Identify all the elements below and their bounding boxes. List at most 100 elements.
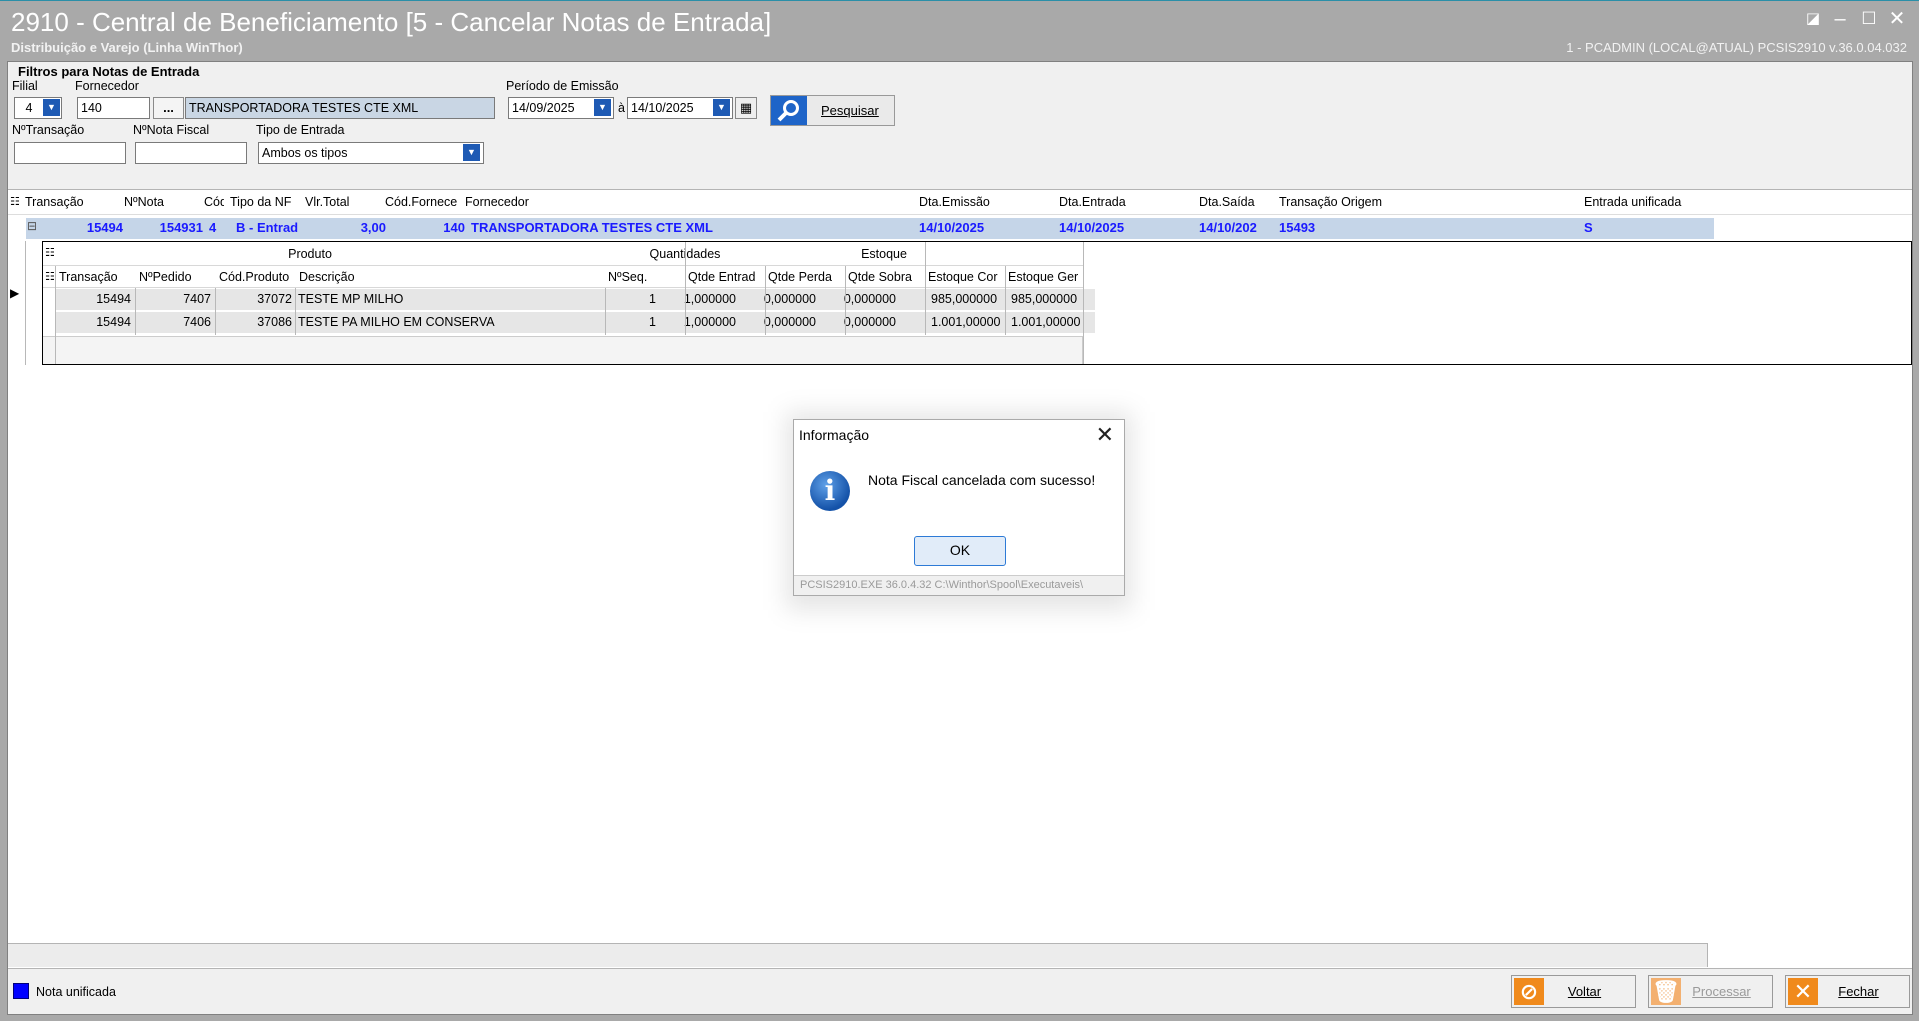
cell-dta-saida: 14/10/202 (1199, 220, 1257, 235)
band-produto: Produto (288, 247, 332, 261)
col-cod[interactable]: Cód (204, 195, 224, 209)
cell-tipo-nf: B - Entrad (236, 220, 299, 235)
nnota-input[interactable] (135, 142, 247, 164)
filial-label: Filial (12, 79, 38, 93)
row-indicator-icon: ▶ (10, 286, 20, 300)
grid-indent-line (25, 241, 26, 365)
window-title: 2910 - Central de Beneficiamento [5 - Ca… (11, 7, 772, 37)
col-estoque-ger[interactable]: Estoque Ger (1008, 270, 1082, 284)
ntransacao-input[interactable] (14, 142, 126, 164)
voltar-button[interactable]: ⊘ Voltar (1511, 975, 1636, 1008)
col-npedido[interactable]: NºPedido (139, 270, 215, 284)
column-chooser-icon[interactable]: ☷ (45, 246, 55, 259)
cell-dta-emissao: 14/10/2025 (919, 220, 985, 235)
cell-qtde-sobra: 0,000000 (843, 292, 896, 306)
col-fornecedor[interactable]: Fornecedor (465, 195, 765, 209)
col-dta-emissao[interactable]: Dta.Emissão (919, 195, 1039, 209)
maximize-icon[interactable]: ☐ (1857, 7, 1881, 31)
ntransacao-label: NºTransação (12, 123, 85, 137)
col-transacao[interactable]: Transação (59, 270, 135, 284)
column-chooser-icon[interactable]: ☷ (45, 270, 55, 283)
col-cod-fornec[interactable]: Cód.Fornece (385, 195, 463, 209)
cell-transacao: 15494 (96, 315, 131, 329)
col-qtde-perda[interactable]: Qtde Perda (768, 270, 844, 284)
col-nnota[interactable]: NºNota (124, 195, 186, 209)
grid-line (1005, 266, 1006, 335)
table-row[interactable]: 15494 7406 37086 TESTE PA MILHO EM CONSE… (55, 312, 1095, 334)
processar-button[interactable]: 🗑 Processar (1648, 975, 1773, 1008)
col-tipo-nf[interactable]: Tipo da NF (230, 195, 302, 209)
table-row[interactable]: 15494 7407 37072 TESTE MP MILHO 1 1,0000… (55, 289, 1095, 311)
cell-qtde-perda: 0,000000 (763, 315, 816, 329)
calendar-icon[interactable]: ▦ (735, 97, 757, 119)
close-icon[interactable]: ✕ (1096, 422, 1114, 448)
dropdown-arrow-icon[interactable]: ▼ (713, 99, 730, 116)
col-dta-entrada[interactable]: Dta.Entrada (1059, 195, 1179, 209)
grid-line (925, 242, 926, 335)
filter-panel: Filtros para Notas de Entrada Filial 4 ▼… (8, 62, 1912, 190)
cell-qtde-entrada: 1,000000 (683, 315, 736, 329)
tipo-entrada-select[interactable]: Ambos os tipos (258, 142, 484, 164)
processar-label: Processar (1692, 984, 1751, 999)
col-vlr-total[interactable]: Vlr.Total (305, 195, 375, 209)
col-transacao-origem[interactable]: Transação Origem (1279, 195, 1479, 209)
cell-descricao: TESTE PA MILHO EM CONSERVA (298, 315, 495, 329)
close-icon[interactable]: ✕ (1885, 7, 1909, 31)
fechar-button[interactable]: ✕ Fechar (1785, 975, 1910, 1008)
fornecedor-lookup-button[interactable]: ... (153, 97, 184, 119)
dropdown-arrow-icon[interactable]: ▼ (594, 99, 611, 116)
nnota-label: NºNota Fiscal (133, 123, 210, 137)
table-row[interactable]: ⊟ 15494 154931 4 B - Entrad 3,00 140 TRA… (26, 218, 1714, 239)
grid-header-row: ☷ Transação NºNota Cód Tipo da NF Vlr.To… (8, 191, 1912, 215)
cell-estoque-ger: 985,000000 (1011, 292, 1078, 306)
expand-icon[interactable]: ⊟ (27, 219, 37, 233)
cell-qtde-entrada: 1,000000 (683, 292, 736, 306)
col-qtde-sobra[interactable]: Qtde Sobra (848, 270, 924, 284)
col-dta-saida[interactable]: Dta.Saída (1199, 195, 1269, 209)
grid-line (605, 288, 606, 335)
info-dialog: Informação ✕ i Nota Fiscal cancelada com… (793, 419, 1125, 596)
col-transacao[interactable]: Transação (25, 195, 105, 209)
cell-entrada-unificada: S (1584, 220, 1593, 235)
detail-grid[interactable]: ☷ Produto Quantidades Estoque ☷ Transaçã… (42, 241, 1912, 365)
detail-footer (43, 336, 1083, 364)
horizontal-scrollbar[interactable] (8, 943, 1708, 967)
cell-npedido: 7406 (183, 315, 211, 329)
search-button[interactable]: Pesquisar (770, 95, 895, 126)
fechar-label: Fechar (1838, 984, 1879, 999)
cell-npedido: 7407 (183, 292, 211, 306)
column-chooser-icon[interactable]: ☷ (10, 195, 20, 208)
search-icon (771, 96, 807, 125)
cell-estoque-ger: 1.001,00000 (1011, 315, 1081, 329)
grid-line (845, 266, 846, 335)
dropdown-arrow-icon[interactable]: ▼ (43, 99, 60, 116)
ok-button[interactable]: OK (914, 536, 1006, 566)
detail-band-row: ☷ Produto Quantidades Estoque (43, 242, 1083, 266)
band-estoque: Estoque (861, 247, 907, 261)
cell-nseq: 1 (649, 315, 656, 329)
grid-line (295, 288, 296, 335)
cell-dta-entrada: 14/10/2025 (1059, 220, 1125, 235)
restore-icon[interactable]: ◪ (1801, 7, 1825, 31)
col-entrada-unificada[interactable]: Entrada unificada (1584, 195, 1724, 209)
title-bar: 2910 - Central de Beneficiamento [5 - Ca… (0, 0, 1919, 60)
grid-line (215, 288, 216, 335)
minimize-icon[interactable]: – (1828, 7, 1852, 31)
col-estoque-cor[interactable]: Estoque Cor (928, 270, 1004, 284)
bottom-bar: Nota unificada ⊘ Voltar 🗑 Processar ✕ Fe… (8, 968, 1912, 1014)
fornecedor-code-input[interactable]: 140 (77, 97, 150, 119)
window-subtitle: Distribuição e Varejo (Linha WinThor) (11, 40, 243, 55)
col-cod-produto[interactable]: Cód.Produto (219, 270, 296, 284)
notes-grid[interactable]: ☷ Transação NºNota Cód Tipo da NF Vlr.To… (8, 191, 1912, 366)
cell-cod-produto: 37086 (257, 315, 292, 329)
col-nseq[interactable]: NºSeq. (608, 270, 668, 284)
grid-line (135, 288, 136, 335)
dropdown-arrow-icon[interactable]: ▼ (463, 144, 480, 161)
col-qtde-entrada[interactable]: Qtde Entrad (688, 270, 764, 284)
col-descricao[interactable]: Descrição (299, 270, 549, 284)
cell-fornecedor: TRANSPORTADORA TESTES CTE XML (471, 220, 713, 235)
cell-cod-fornec: 140 (443, 220, 465, 235)
cell-qtde-perda: 0,000000 (763, 292, 816, 306)
detail-header-row: ☷ Transação NºPedido Cód.Produto Descriç… (43, 266, 1083, 288)
grid-line (685, 242, 686, 335)
